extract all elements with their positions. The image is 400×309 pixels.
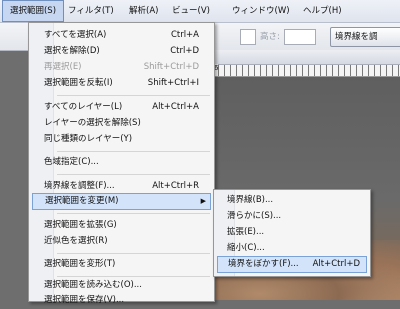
menu-item-shortcut: Ctrl+D	[170, 46, 199, 56]
refine-edge-button[interactable]: 境界線を調	[330, 27, 400, 47]
menu-item-label: 近似色を選択(R)	[44, 236, 108, 246]
menu-view[interactable]: ビュー(V)	[172, 0, 210, 22]
submenu-item-contract[interactable]: 縮小(C)...	[217, 240, 367, 257]
submenu-item-border[interactable]: 境界線(B)...	[217, 192, 367, 209]
menu-item-transform[interactable]: 選択範囲を変形(T)	[32, 256, 211, 273]
menu-item-label: レイヤーの選択を解除(S)	[44, 118, 141, 128]
menu-help[interactable]: ヘルプ(H)	[303, 0, 342, 22]
submenu-item-label: 境界線(B)...	[227, 195, 274, 205]
menu-item-shortcut: Ctrl+A	[170, 30, 199, 40]
menu-analysis[interactable]: 解析(A)	[129, 0, 158, 22]
menu-item-save-selection[interactable]: 選択範囲を保存(V)...	[32, 292, 211, 309]
menu-item-label: 選択範囲を拡張(G)	[44, 220, 117, 230]
menu-item-deselect[interactable]: 選択を解除(D) Ctrl+D	[32, 43, 211, 60]
menu-filter[interactable]: フィルタ(T)	[68, 0, 114, 22]
submenu-item-label: 縮小(C)...	[227, 243, 265, 253]
menu-item-label: 選択を解除(D)	[44, 46, 100, 56]
document-title-bar	[200, 50, 400, 65]
menu-item-label: 再選択(E)	[44, 62, 82, 72]
menu-item-label: 色域指定(C)...	[44, 157, 99, 167]
height-label: 高さ:	[260, 32, 280, 42]
menu-item-label: 同じ種類のレイヤー(Y)	[44, 134, 133, 144]
menu-separator	[57, 213, 210, 214]
submenu-item-label: 滑らかに(S)...	[227, 211, 282, 221]
menu-item-label: 選択範囲を反転(I)	[44, 78, 113, 88]
submenu-item-smooth[interactable]: 滑らかに(S)...	[217, 208, 367, 225]
menu-select[interactable]: 選択範囲(S)	[2, 0, 64, 22]
menu-item-shortcut: Alt+Ctrl+A	[152, 102, 199, 112]
select-menu-dropdown: すべてを選択(A) Ctrl+A 選択を解除(D) Ctrl+D 再選択(E) …	[28, 22, 215, 305]
submenu-item-label: 拡張(E)...	[227, 227, 265, 237]
menu-item-modify[interactable]: 選択範囲を変更(M) ▶	[32, 193, 211, 210]
menu-separator	[57, 95, 210, 96]
menu-item-label: すべてのレイヤー(L)	[44, 102, 123, 112]
menu-separator	[57, 253, 210, 254]
menu-item-label: 選択範囲を変更(M)	[45, 196, 119, 206]
submenu-item-feather[interactable]: 境界をぼかす(F)... Alt+Ctrl+D	[217, 256, 367, 273]
menu-item-deselect-layers[interactable]: レイヤーの選択を解除(S)	[32, 115, 211, 132]
menu-item-shortcut: Shift+Ctrl+D	[143, 62, 199, 72]
submenu-item-expand[interactable]: 拡張(E)...	[217, 224, 367, 241]
menu-window[interactable]: ウィンドウ(W)	[232, 0, 290, 22]
menu-item-shortcut: Shift+Ctrl+I	[147, 78, 199, 88]
menu-item-grow[interactable]: 選択範囲を拡張(G)	[32, 217, 211, 234]
menu-item-label: すべてを選択(A)	[44, 30, 107, 40]
menu-item-similar-layers[interactable]: 同じ種類のレイヤー(Y)	[32, 131, 211, 148]
menu-item-label: 選択範囲を変形(T)	[44, 259, 116, 269]
height-field[interactable]	[284, 29, 316, 45]
menu-item-label: 選択範囲を保存(V)...	[44, 295, 125, 305]
menu-separator	[57, 151, 210, 152]
modify-submenu: 境界線(B)... 滑らかに(S)... 拡張(E)... 縮小(C)... 境…	[213, 189, 371, 277]
menu-bar: 選択範囲(S) フィルタ(T) 解析(A) ビュー(V) ウィンドウ(W) ヘル…	[0, 0, 400, 23]
width-field[interactable]	[240, 29, 256, 45]
menu-item-select-all[interactable]: すべてを選択(A) Ctrl+A	[32, 27, 211, 44]
menu-item-reselect: 再選択(E) Shift+Ctrl+D	[32, 59, 211, 76]
submenu-arrow-icon: ▶	[200, 197, 206, 205]
menu-item-all-layers[interactable]: すべてのレイヤー(L) Alt+Ctrl+A	[32, 99, 211, 116]
menu-item-inverse[interactable]: 選択範囲を反転(I) Shift+Ctrl+I	[32, 75, 211, 92]
menu-separator	[57, 174, 210, 175]
submenu-item-label: 境界をぼかす(F)...	[228, 259, 299, 269]
menu-item-color-range[interactable]: 色域指定(C)...	[32, 154, 211, 171]
horizontal-ruler[interactable]: 6	[200, 64, 400, 77]
submenu-item-shortcut: Alt+Ctrl+D	[312, 259, 360, 269]
menu-item-similar[interactable]: 近似色を選択(R)	[32, 233, 211, 250]
